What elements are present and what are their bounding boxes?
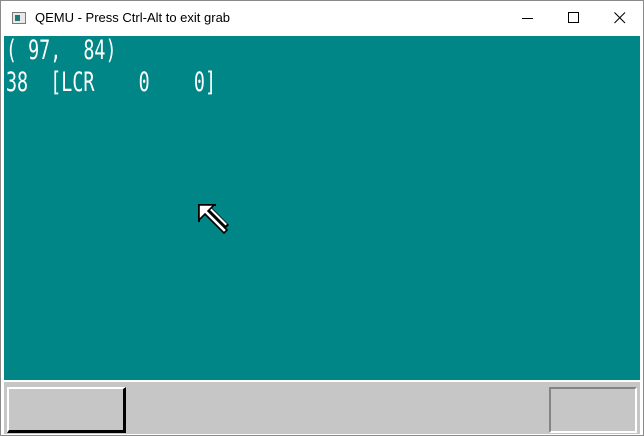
- guest-display[interactable]: ( 97, 84) 38 [LCR 0 0]: [4, 36, 640, 380]
- mouse-status-text: 38 [LCR 0 0]: [6, 67, 217, 98]
- qemu-app-icon: [12, 12, 26, 24]
- taskbar-right-box[interactable]: [549, 387, 637, 433]
- title-bar[interactable]: QEMU - Press Ctrl-Alt to exit grab: [1, 1, 643, 35]
- mouse-arrow-icon: [198, 204, 229, 235]
- qemu-window: QEMU - Press Ctrl-Alt to exit grab ( 97,…: [0, 0, 644, 436]
- window-title: QEMU - Press Ctrl-Alt to exit grab: [35, 10, 231, 25]
- maximize-button[interactable]: [551, 1, 597, 35]
- close-button[interactable]: [597, 1, 643, 35]
- close-icon: [614, 12, 626, 24]
- taskbar-left-button[interactable]: [7, 387, 126, 433]
- maximize-icon: [568, 12, 579, 23]
- minimize-icon: [522, 18, 533, 19]
- minimize-button[interactable]: [505, 1, 551, 35]
- mouse-coordinates-text: ( 97, 84): [6, 36, 117, 66]
- guest-taskbar: [4, 380, 640, 434]
